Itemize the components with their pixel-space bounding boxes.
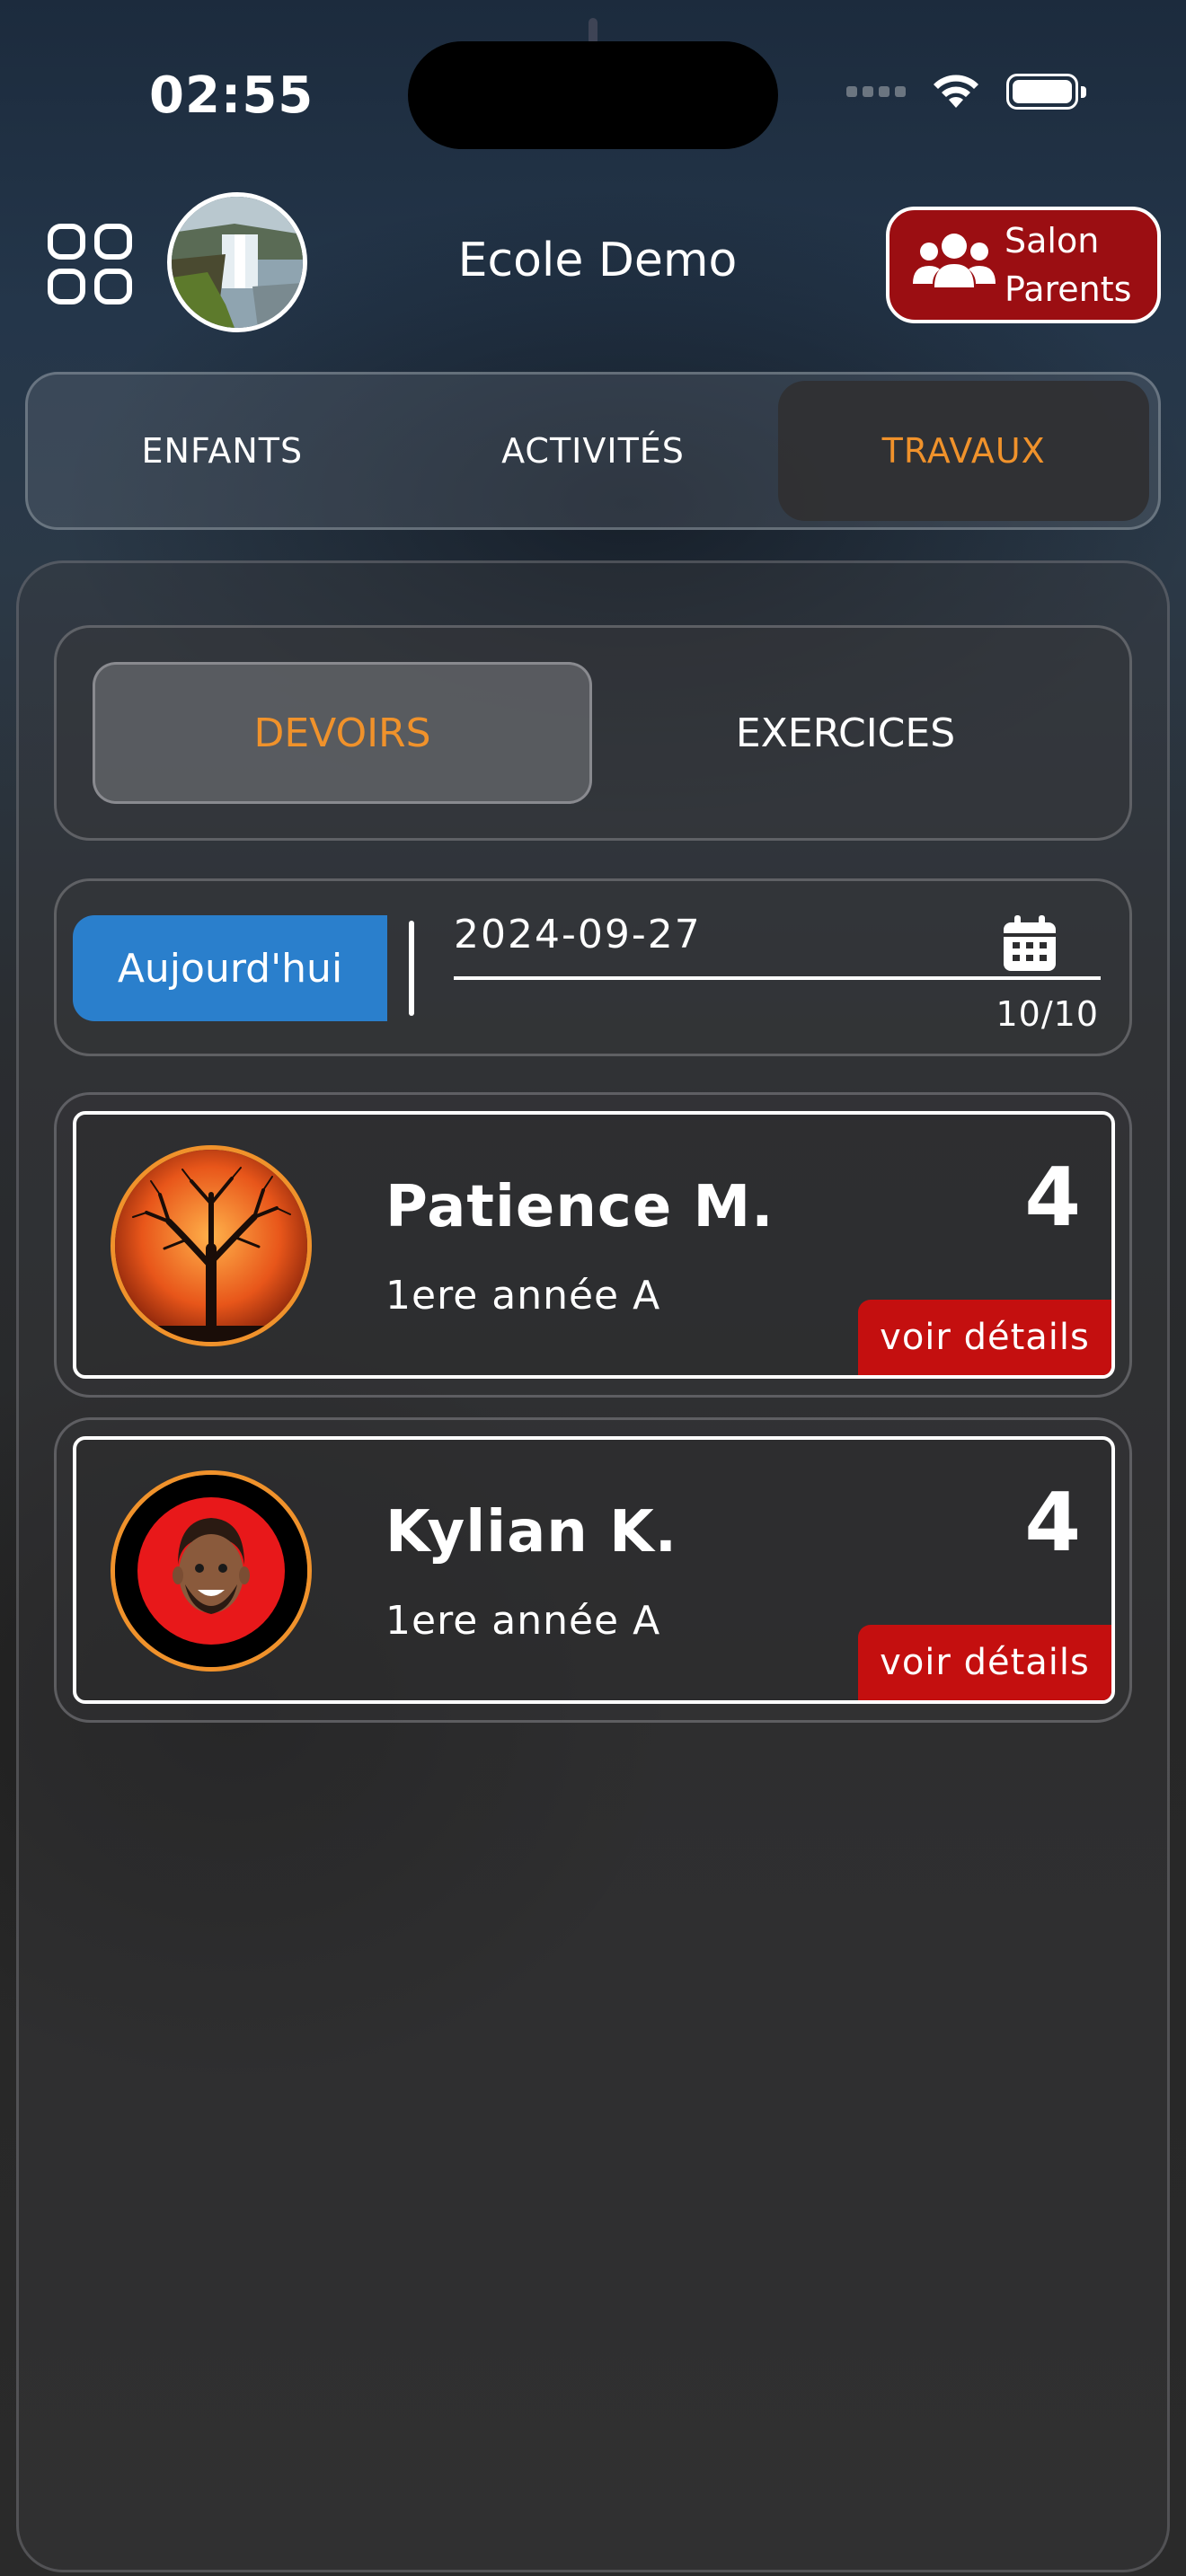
child-name: Patience M.: [385, 1174, 774, 1240]
date-filter: Aujourd'hui 2024-09-27 10/10: [54, 878, 1132, 1056]
waterfall-photo: [172, 197, 303, 328]
tab-exercices[interactable]: EXERCICES: [596, 662, 1095, 804]
homework-count: 4: [1024, 1476, 1081, 1570]
tab-travaux[interactable]: TRAVAUX: [778, 381, 1150, 521]
main-tab-bar: ENFANTS ACTIVITÉS TRAVAUX: [25, 372, 1161, 530]
child-card[interactable]: Patience M. 1ere année A 4 voir détails: [73, 1111, 1115, 1379]
calendar-icon[interactable]: [1002, 913, 1058, 973]
school-name: Ecole Demo: [457, 234, 738, 287]
salon-parents-button[interactable]: Salon Parents: [886, 207, 1161, 323]
date-separator: [409, 921, 414, 1016]
status-icons: [846, 72, 1086, 111]
sub-tab-bar: DEVOIRS EXERCICES: [54, 625, 1132, 841]
battery-icon: [1006, 74, 1086, 110]
salon-line2: Parents: [1005, 269, 1132, 309]
list-item: Kylian K. 1ere année A 4 voir détails: [54, 1417, 1132, 1723]
salon-line1: Salon: [1005, 221, 1100, 260]
tab-devoirs[interactable]: DEVOIRS: [93, 662, 592, 804]
child-class: 1ere année A: [385, 1273, 661, 1319]
date-input[interactable]: 2024-09-27: [454, 912, 702, 957]
view-details-button[interactable]: voir détails: [858, 1300, 1111, 1375]
tab-activites[interactable]: ACTIVITÉS: [408, 381, 779, 521]
parents-group-icon: [913, 234, 996, 287]
date-count: 10/10: [996, 994, 1099, 1034]
tab-enfants[interactable]: ENFANTS: [37, 381, 408, 521]
dynamic-island: [408, 41, 778, 149]
grid-icon: [48, 224, 132, 304]
child-card[interactable]: Kylian K. 1ere année A 4 voir détails: [73, 1436, 1115, 1704]
menu-grid-button[interactable]: [45, 221, 135, 307]
child-avatar: [111, 1145, 312, 1346]
salon-parents-label: Salon Parents: [1005, 216, 1131, 313]
tree-icon: [115, 1150, 307, 1342]
cellular-signal-icon: [846, 86, 906, 97]
child-avatar: [111, 1470, 312, 1672]
today-button[interactable]: Aujourd'hui: [73, 915, 387, 1021]
memoji-icon: [115, 1475, 307, 1667]
child-class: 1ere année A: [385, 1598, 661, 1644]
view-details-button[interactable]: voir détails: [858, 1625, 1111, 1700]
child-name: Kylian K.: [385, 1499, 678, 1566]
homework-count: 4: [1024, 1151, 1081, 1245]
list-item: Patience M. 1ere année A 4 voir détails: [54, 1092, 1132, 1398]
wifi-icon: [934, 75, 978, 108]
school-avatar[interactable]: [167, 192, 307, 332]
status-time: 02:55: [149, 66, 314, 125]
date-underline: [454, 976, 1101, 980]
